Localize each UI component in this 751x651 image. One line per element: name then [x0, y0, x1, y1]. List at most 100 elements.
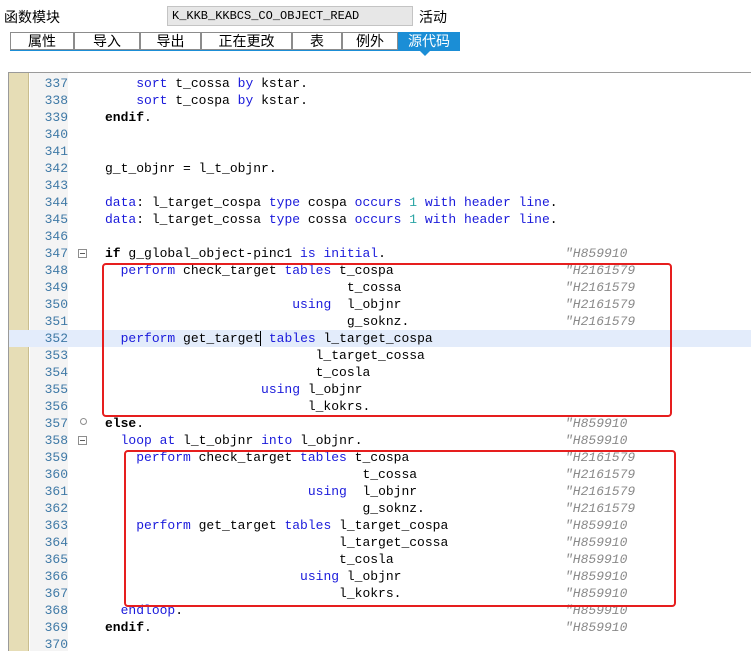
- line-number: 363: [44, 518, 68, 533]
- line-number: 355: [44, 382, 68, 397]
- code-line[interactable]: 345 data: l_target_cossa type cossa occur…: [9, 211, 751, 228]
- line-number: 350: [44, 297, 68, 312]
- line-number: 368: [44, 603, 68, 618]
- line-number: 338: [44, 93, 68, 108]
- code-line[interactable]: 344 data: l_target_cospa type cospa occur…: [9, 194, 751, 211]
- line-comment: "H859910: [565, 603, 628, 618]
- line-number: 339: [44, 110, 68, 125]
- code-line[interactable]: 368 endloop. "H859910: [9, 602, 751, 619]
- line-number: 362: [44, 501, 68, 516]
- tab-import[interactable]: 导入: [74, 32, 140, 50]
- code-line[interactable]: 350 using l_objnr "H2161579: [9, 296, 751, 313]
- line-number: 349: [44, 280, 68, 295]
- code-text: using l_objnr: [300, 569, 402, 584]
- code-line[interactable]: 348 perform check_target tables t_cospa "…: [9, 262, 751, 279]
- abap-source-editor[interactable]: 337 sort t_cossa by kstar. 338 sort t_cos…: [8, 72, 751, 651]
- code-line[interactable]: 361 using l_objnr "H2161579: [9, 483, 751, 500]
- line-number: 369: [44, 620, 68, 635]
- line-number: 361: [44, 484, 68, 499]
- code-text: t_cosla: [105, 365, 371, 380]
- code-line[interactable]: 352 perform get_target tables l_target_c…: [9, 330, 751, 347]
- line-comment: "H859910: [565, 586, 628, 601]
- code-line[interactable]: 357 else. "H859910: [9, 415, 751, 432]
- line-comment: "H859910: [565, 416, 628, 431]
- line-number: 351: [44, 314, 68, 329]
- code-line[interactable]: 351 g_soknz. "H2161579: [9, 313, 751, 330]
- text-cursor: [260, 331, 262, 346]
- fold-marker-icon: [80, 418, 87, 425]
- code-line[interactable]: 343: [9, 177, 751, 194]
- code-line[interactable]: 367 l_kokrs. "H859910: [9, 585, 751, 602]
- tab-attributes[interactable]: 属性: [10, 32, 74, 50]
- code-line[interactable]: 353 l_target_cossa: [9, 347, 751, 364]
- line-number: 359: [44, 450, 68, 465]
- code-text: perform check_target tables t_cospa: [136, 450, 410, 465]
- line-number: 344: [44, 195, 68, 210]
- code-line[interactable]: 354 t_cosla: [9, 364, 751, 381]
- code-text: endloop.: [120, 603, 184, 618]
- code-line[interactable]: 346: [9, 228, 751, 245]
- line-number: 352: [44, 331, 68, 346]
- code-text: using l_objnr: [261, 382, 363, 397]
- line-comment: "H859910: [565, 620, 628, 635]
- code-line[interactable]: 337 sort t_cossa by kstar.: [9, 75, 751, 92]
- code-line[interactable]: 341: [9, 143, 751, 160]
- code-text: else.: [105, 416, 145, 431]
- code-line[interactable]: 359 perform check_target tables t_cospa "…: [9, 449, 751, 466]
- code-line[interactable]: 340: [9, 126, 751, 143]
- code-line[interactable]: 349 t_cossa "H2161579: [9, 279, 751, 296]
- code-line[interactable]: 369 endif. "H859910: [9, 619, 751, 636]
- line-number: 360: [44, 467, 68, 482]
- code-text: endif.: [105, 620, 152, 635]
- line-comment: "H2161579: [565, 314, 636, 329]
- line-number: 346: [44, 229, 68, 244]
- code-line[interactable]: 356 l_kokrs.: [9, 398, 751, 415]
- code-line[interactable]: 355 using l_objnr: [9, 381, 751, 398]
- tab-source-code[interactable]: 源代码: [398, 32, 460, 50]
- line-number: 364: [44, 535, 68, 550]
- line-number: 358: [44, 433, 68, 448]
- code-text: l_target_cossa: [105, 348, 425, 363]
- code-line[interactable]: 358 loop at l_t_objnr into l_objnr. "H859…: [9, 432, 751, 449]
- line-comment: "H2161579: [565, 297, 636, 312]
- code-text: data: l_target_cossa type cossa occurs 1…: [105, 212, 558, 227]
- code-text: t_cosla: [105, 552, 394, 567]
- code-text: sort t_cospa by kstar.: [136, 93, 308, 108]
- function-module-name-field[interactable]: K_KKB_KKBCS_CO_OBJECT_READ: [167, 6, 413, 26]
- collapse-block-icon[interactable]: [78, 249, 87, 258]
- line-number: 341: [44, 144, 68, 159]
- function-module-label: 函数模块: [4, 9, 60, 25]
- tab-exceptions[interactable]: 例外: [342, 32, 398, 50]
- collapse-block-icon[interactable]: [78, 436, 87, 445]
- tab-underline: [10, 50, 460, 51]
- code-line[interactable]: 364 l_target_cossa "H859910: [9, 534, 751, 551]
- line-number: 353: [44, 348, 68, 363]
- line-comment: "H859910: [565, 535, 628, 550]
- code-text: t_cossa: [105, 280, 402, 295]
- code-line[interactable]: 338 sort t_cospa by kstar.: [9, 92, 751, 109]
- active-tab-notch: [419, 50, 431, 56]
- line-comment: "H2161579: [565, 280, 636, 295]
- line-number: 357: [44, 416, 68, 431]
- code-line[interactable]: 347 if g_global_object-pinc1 is initial. "…: [9, 245, 751, 262]
- tab-changing[interactable]: 正在更改: [201, 32, 292, 50]
- code-line[interactable]: 366 using l_objnr "H859910: [9, 568, 751, 585]
- code-text: loop at l_t_objnr into l_objnr.: [120, 433, 363, 448]
- code-line[interactable]: 363 perform get_target tables l_target_c…: [9, 517, 751, 534]
- line-comment: "H859910: [565, 552, 628, 567]
- code-line[interactable]: 342 g_t_objnr = l_t_objnr.: [9, 160, 751, 177]
- code-line[interactable]: 339 endif.: [9, 109, 751, 126]
- code-line[interactable]: 370: [9, 636, 751, 651]
- code-text: using l_objnr: [292, 297, 402, 312]
- tab-export[interactable]: 导出: [140, 32, 201, 50]
- tab-tables[interactable]: 表: [292, 32, 342, 50]
- line-number: 370: [44, 637, 68, 651]
- code-text: perform check_target tables t_cospa: [120, 263, 394, 278]
- line-comment: "H2161579: [565, 484, 636, 499]
- line-number: 340: [44, 127, 68, 142]
- code-text: l_target_cossa: [105, 535, 449, 550]
- code-line[interactable]: 365 t_cosla "H859910: [9, 551, 751, 568]
- code-line[interactable]: 362 g_soknz. "H2161579: [9, 500, 751, 517]
- line-number: 347: [44, 246, 68, 261]
- code-line[interactable]: 360 t_cossa "H2161579: [9, 466, 751, 483]
